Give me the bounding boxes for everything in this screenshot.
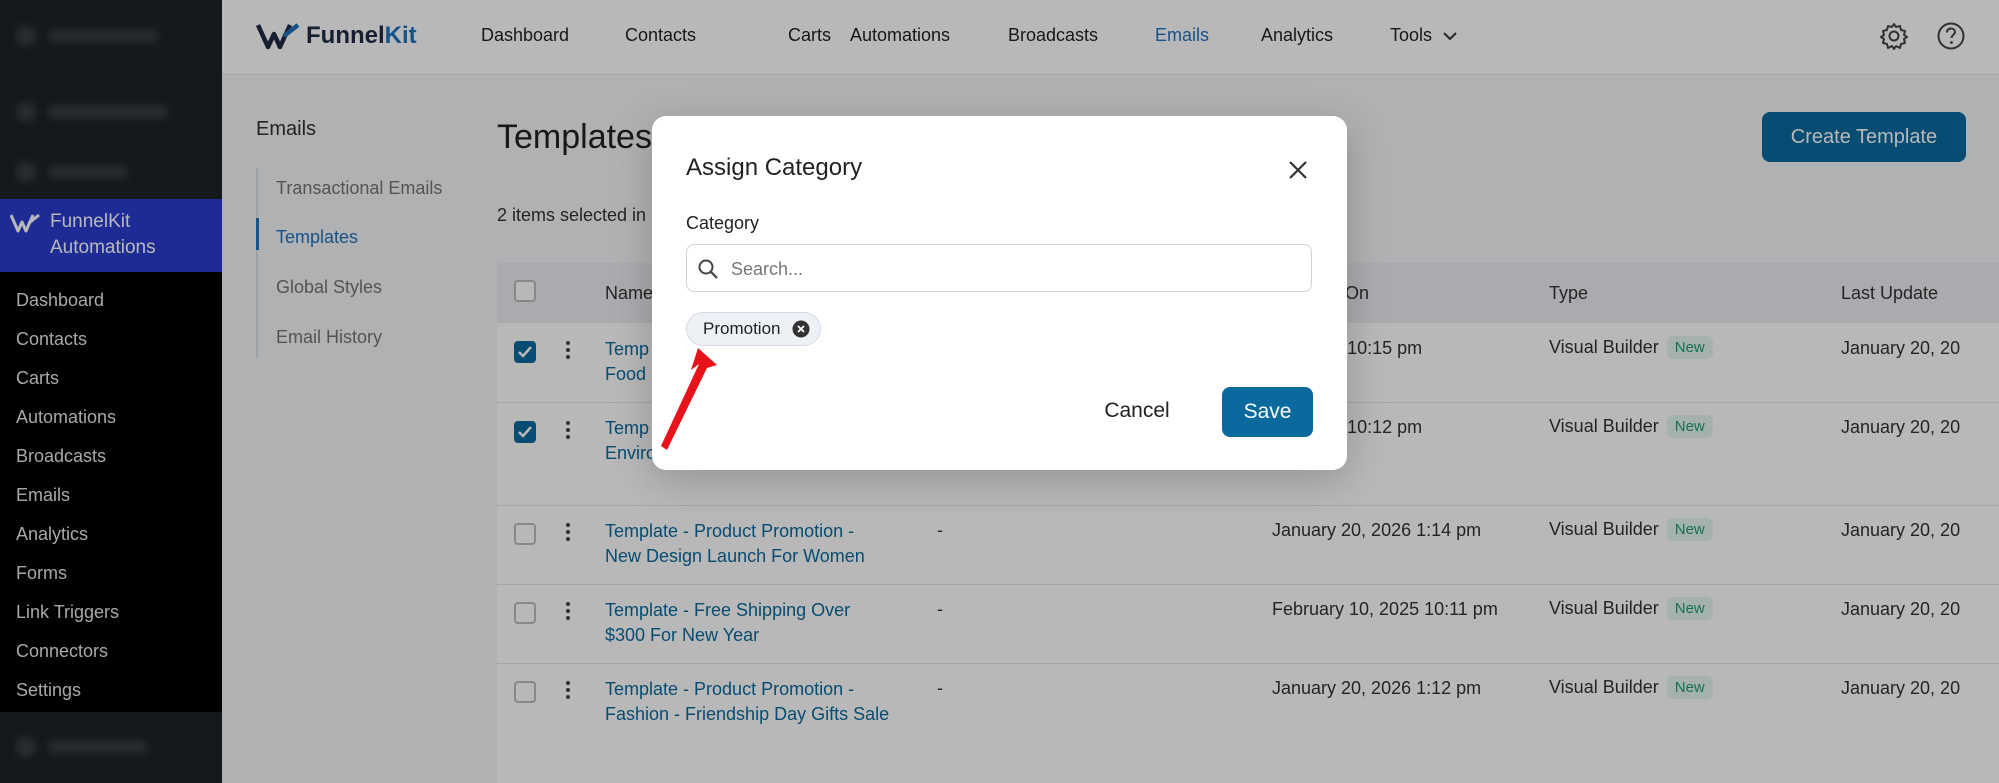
search-icon xyxy=(698,259,718,279)
category-search-input[interactable] xyxy=(729,246,1303,292)
remove-chip-icon[interactable] xyxy=(792,320,810,338)
category-label: Category xyxy=(686,213,760,233)
save-button[interactable]: Save xyxy=(1222,387,1313,437)
cancel-button[interactable]: Cancel xyxy=(1092,386,1182,436)
close-icon[interactable] xyxy=(1286,158,1310,182)
modal-title: Assign Category xyxy=(686,154,863,181)
annotation-arrow-icon xyxy=(661,348,717,450)
chip-label: Promotion xyxy=(703,319,781,338)
assign-category-modal: Assign Category Category Promotion Cance… xyxy=(652,116,1347,470)
category-search-field[interactable] xyxy=(686,244,1312,292)
